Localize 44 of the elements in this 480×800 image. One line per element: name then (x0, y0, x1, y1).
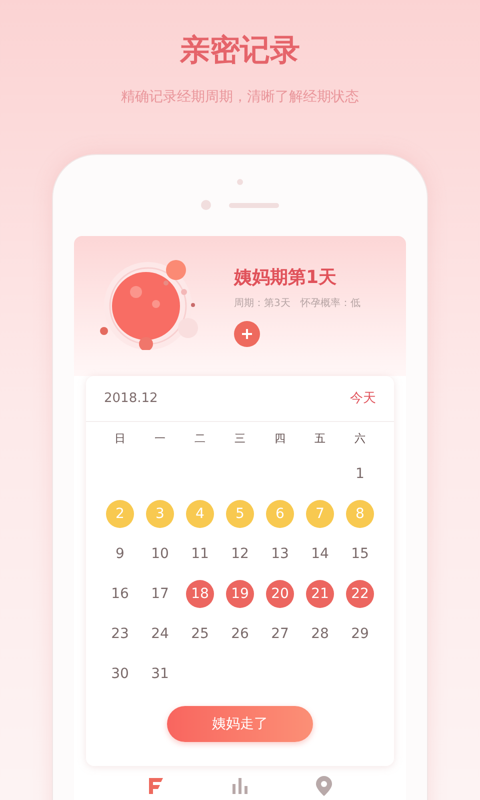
calendar-day[interactable]: 1 (346, 460, 374, 488)
calendar-day[interactable]: 19 (226, 580, 254, 608)
weekday-label: 三 (234, 430, 246, 447)
calendar-day[interactable]: 29 (346, 620, 374, 648)
weekday-label: 二 (194, 430, 206, 447)
calendar-day[interactable]: 23 (106, 620, 134, 648)
weekday-label: 一 (154, 430, 166, 447)
calendar-day[interactable]: 15 (346, 540, 374, 568)
add-button[interactable] (234, 320, 260, 346)
calendar-day[interactable]: 24 (146, 620, 174, 648)
pregnancy-chance: 怀孕概率：低 (300, 296, 360, 310)
calendar-day[interactable]: 18 (186, 580, 214, 608)
subheadline: 精确记录经期周期，清晰了解经期状态 (121, 88, 359, 106)
calendar-day[interactable]: 21 (306, 580, 334, 608)
calendar-day[interactable]: 11 (186, 540, 214, 568)
headline: 亲密记录 (180, 32, 300, 70)
month-label: 2018.12 (104, 390, 158, 408)
period-ended-button[interactable]: 姨妈走了 (167, 706, 313, 742)
calendar-day[interactable]: 17 (146, 580, 174, 608)
weekday-label: 六 (354, 430, 366, 447)
today-link[interactable]: 今天 (350, 388, 376, 408)
weekday-label: 四 (274, 430, 286, 447)
status-title: 姨妈期第1天 (234, 266, 337, 290)
calendar-day[interactable]: 16 (106, 580, 134, 608)
weekday-label: 五 (314, 430, 326, 447)
calendar-day[interactable]: 10 (146, 540, 174, 568)
calendar-day[interactable]: 14 (306, 540, 334, 568)
calendar-day[interactable]: 13 (266, 540, 294, 568)
calendar-day[interactable]: 27 (266, 620, 294, 648)
calendar-day[interactable]: 31 (146, 660, 174, 688)
calendar-day[interactable]: 26 (226, 620, 254, 648)
plus-icon (241, 328, 253, 340)
camera-icon (201, 200, 211, 210)
calendar-day[interactable]: 12 (226, 540, 254, 568)
calendar-day[interactable]: 28 (306, 620, 334, 648)
calendar-day[interactable]: 22 (346, 580, 374, 608)
calendar-day[interactable]: 9 (106, 540, 134, 568)
sensor-icon (237, 179, 243, 185)
calendar-day[interactable]: 20 (266, 580, 294, 608)
cycle-day: 周期：第3天 (234, 296, 290, 310)
weekday-label: 日 (114, 430, 126, 447)
calendar-day[interactable]: 30 (106, 660, 134, 688)
calendar-day[interactable]: 25 (186, 620, 214, 648)
speaker-icon (229, 202, 279, 208)
